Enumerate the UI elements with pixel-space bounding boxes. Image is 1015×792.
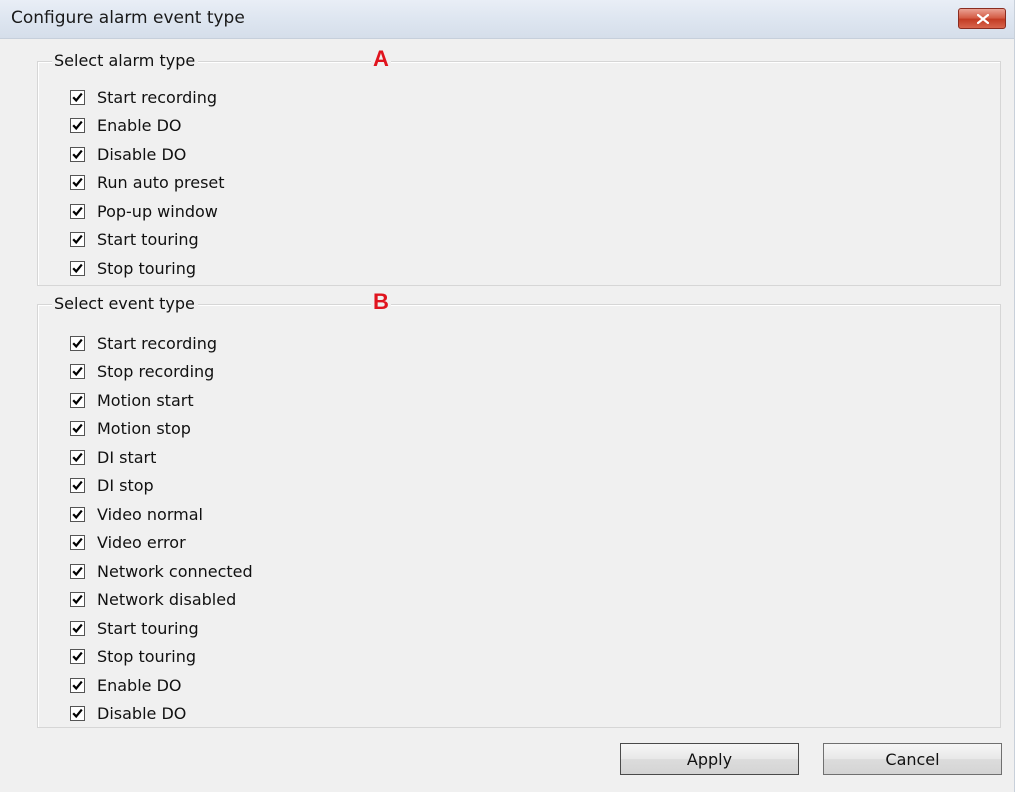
checkbox-label: Network connected [97,561,253,581]
event-type-checkbox-row[interactable]: DI start [70,443,253,472]
checkbox-label: Start touring [97,618,199,638]
checkbox-label: Video error [97,533,186,553]
checkbox[interactable] [70,232,85,248]
checkbox[interactable] [70,260,85,276]
checkmark-icon [72,338,83,348]
event-type-legend: Select event type [52,294,198,314]
checkbox-label: Motion stop [97,419,191,439]
alarm-type-checkbox-row[interactable]: Run auto preset [70,169,225,198]
checkbox[interactable] [70,175,85,191]
alarm-type-legend: Select alarm type [52,51,199,71]
checkbox[interactable] [70,706,85,722]
checkbox-label: Stop recording [97,362,215,382]
checkmark-icon [72,623,83,633]
checkbox-label: Disable DO [97,704,187,724]
checkbox[interactable] [70,118,85,134]
checkmark-icon [72,149,83,159]
event-type-checkbox-row[interactable]: Network connected [70,557,253,586]
checkbox[interactable] [70,449,85,465]
checkmark-icon [72,178,83,188]
checkbox-label: Stop touring [97,647,196,667]
checkmark-icon [72,92,83,102]
event-type-checkbox-row[interactable]: Disable DO [70,700,253,729]
alarm-type-checkbox-row[interactable]: Stop touring [70,254,225,283]
checkbox-label: Run auto preset [97,173,225,193]
event-type-checkbox-row[interactable]: Start touring [70,614,253,643]
event-type-checkbox-row[interactable]: Motion start [70,386,253,415]
alarm-type-checkbox-row[interactable]: Disable DO [70,140,225,169]
checkbox[interactable] [70,421,85,437]
checkbox[interactable] [70,335,85,351]
cancel-button[interactable]: Cancel [823,743,1002,775]
checkbox-label: Start touring [97,230,199,250]
checkmark-icon [72,395,83,405]
annotation-marker-b: B [371,289,391,314]
checkbox[interactable] [70,203,85,219]
checkmark-icon [72,709,83,719]
event-type-checkbox-row[interactable]: Video normal [70,500,253,529]
checkbox-label: Disable DO [97,144,187,164]
event-type-group: Select event type B Start recording Stop … [37,290,1001,728]
alarm-type-checkbox-row[interactable]: Start touring [70,226,225,255]
checkbox[interactable] [70,649,85,665]
checkmark-icon [72,652,83,662]
annotation-marker-a: A [371,46,391,71]
close-button[interactable] [958,8,1006,29]
checkmark-icon [72,452,83,462]
checkmark-icon [72,206,83,216]
event-type-checkbox-row[interactable]: Network disabled [70,586,253,615]
checkbox-label: Network disabled [97,590,237,610]
alarm-type-checkbox-row[interactable]: Pop-up window [70,197,225,226]
checkbox-label: DI stop [97,476,154,496]
checkbox[interactable] [70,563,85,579]
checkbox-label: Motion start [97,390,194,410]
checkbox[interactable] [70,592,85,608]
event-type-checkbox-row[interactable]: Stop touring [70,643,253,672]
checkbox-label: Pop-up window [97,201,218,221]
checkbox-label: Video normal [97,504,203,524]
alarm-type-group: Select alarm type A Start recording Enabl… [37,47,1001,286]
checkmark-icon [72,595,83,605]
configure-alarm-event-dialog: Configure alarm event type Select alarm … [0,0,1015,792]
checkmark-icon [72,538,83,548]
event-type-checkbox-row[interactable]: Motion stop [70,415,253,444]
checkbox-label: Enable DO [97,116,182,136]
checkbox[interactable] [70,392,85,408]
event-type-checkbox-row[interactable]: Stop recording [70,358,253,387]
close-icon [977,14,989,24]
checkbox[interactable] [70,478,85,494]
checkmark-icon [72,509,83,519]
checkbox[interactable] [70,89,85,105]
checkbox-label: DI start [97,447,157,467]
event-type-list: Start recording Stop recording Motion star… [70,329,253,728]
checkbox-label: Enable DO [97,675,182,695]
title-bar[interactable]: Configure alarm event type [0,0,1014,39]
alarm-type-checkbox-row[interactable]: Enable DO [70,112,225,141]
checkbox[interactable] [70,506,85,522]
checkmark-icon [72,235,83,245]
checkbox[interactable] [70,146,85,162]
checkbox[interactable] [70,677,85,693]
event-type-checkbox-row[interactable]: Start recording [70,329,253,358]
checkbox[interactable] [70,364,85,380]
checkmark-icon [72,121,83,131]
event-type-checkbox-row[interactable]: DI stop [70,472,253,501]
alarm-type-list: Start recording Enable DO Disable DO Run au… [70,83,225,283]
checkmark-icon [72,566,83,576]
checkbox-label: Start recording [97,333,218,353]
checkbox-label: Stop touring [97,258,196,278]
checkmark-icon [72,481,83,491]
checkmark-icon [72,367,83,377]
alarm-type-checkbox-row[interactable]: Start recording [70,83,225,112]
checkbox[interactable] [70,620,85,636]
checkbox-label: Start recording [97,87,218,107]
event-type-checkbox-row[interactable]: Video error [70,529,253,558]
checkbox[interactable] [70,535,85,551]
checkmark-icon [72,680,83,690]
checkmark-icon [72,424,83,434]
event-type-checkbox-row[interactable]: Enable DO [70,671,253,700]
apply-button[interactable]: Apply [620,743,799,775]
checkmark-icon [72,263,83,273]
dialog-title: Configure alarm event type [11,8,245,28]
